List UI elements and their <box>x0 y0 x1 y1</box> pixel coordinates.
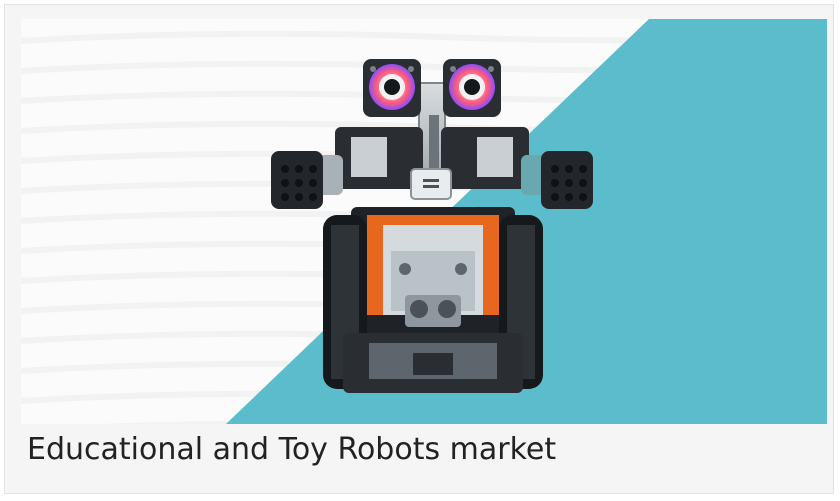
right-eye <box>443 59 501 117</box>
product-card[interactable]: Educational and Toy Robots market <box>4 4 834 494</box>
robot-toy-image[interactable] <box>21 19 827 424</box>
right-hand <box>541 151 593 209</box>
card-title[interactable]: Educational and Toy Robots market <box>27 430 556 470</box>
left-hand <box>271 151 323 209</box>
left-eye <box>363 59 421 117</box>
